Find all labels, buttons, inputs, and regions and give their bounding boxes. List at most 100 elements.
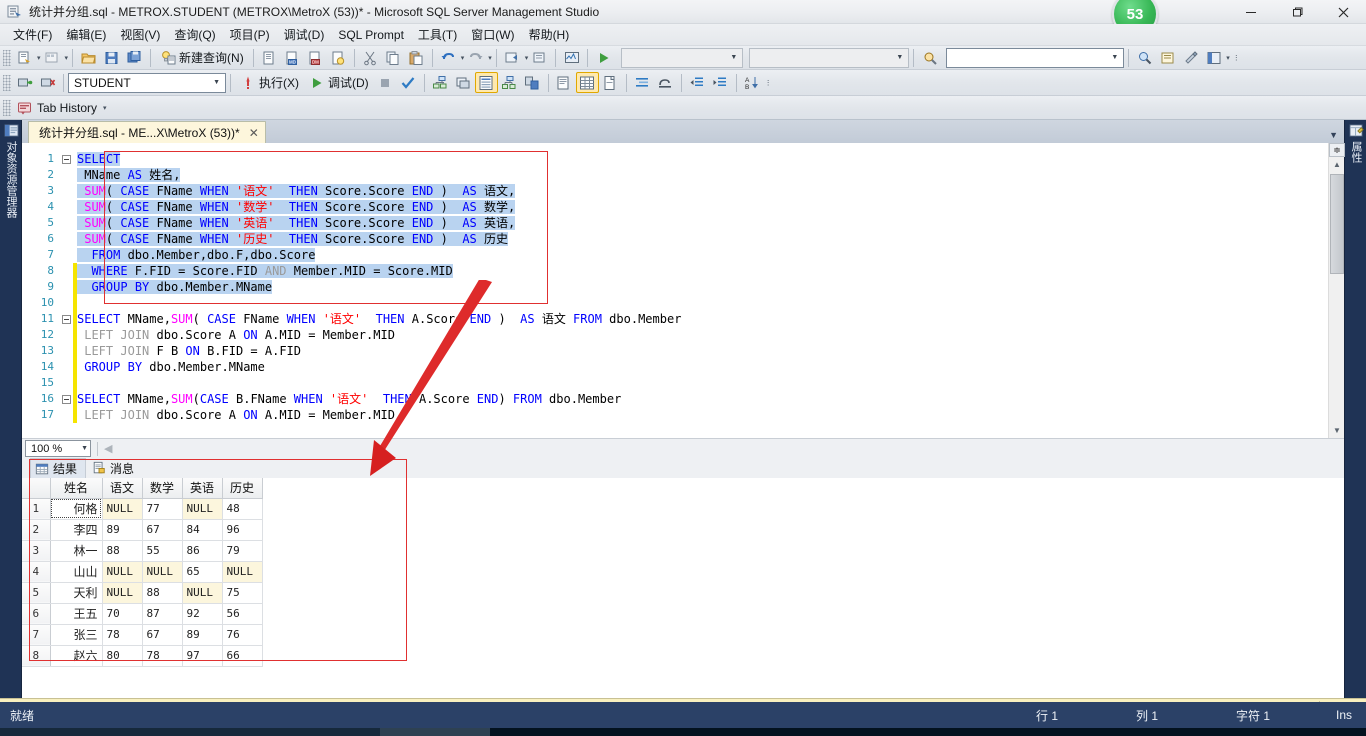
table-cell[interactable]: 天利 <box>50 582 103 604</box>
undo-icon[interactable] <box>437 47 460 68</box>
table-cell[interactable]: NULL <box>222 561 263 583</box>
zoom-selector[interactable]: 100 % ▼ <box>25 440 91 457</box>
menu-project[interactable]: 项目(P) <box>223 23 277 46</box>
table-cell[interactable]: 96 <box>222 519 263 541</box>
sql-code-editor[interactable]: 1 SELECT 2 MName AS 姓名, 3 SUM( CASE FName W… <box>22 143 1344 438</box>
code-line[interactable]: 6 SUM( CASE FName WHEN '历史' THEN Score.S… <box>22 231 1322 247</box>
zoom-chevron-down-icon[interactable]: ▼ <box>81 445 88 452</box>
table-cell[interactable]: 76 <box>222 624 263 646</box>
code-line[interactable]: 3 SUM( CASE FName WHEN '语文' THEN Score.S… <box>22 183 1322 199</box>
column-header[interactable]: 语文 <box>102 478 143 499</box>
menu-debug[interactable]: 调试(D) <box>277 23 332 46</box>
toolbar-combo-1[interactable]: ▼ <box>621 47 744 68</box>
combo-1-chevron-down-icon[interactable]: ▼ <box>727 54 740 61</box>
row-number[interactable]: 3 <box>22 540 51 562</box>
code-line[interactable]: 10 <box>22 295 1322 311</box>
results-tab[interactable]: 结果 <box>30 458 87 478</box>
save-all-icon[interactable] <box>123 47 146 68</box>
execute-button[interactable]: 执行(X) <box>235 72 304 93</box>
table-row[interactable]: 7 张三 78 67 89 76 <box>22 624 263 646</box>
table-cell[interactable]: 78 <box>102 624 143 646</box>
stop-icon[interactable] <box>374 72 397 93</box>
column-header[interactable]: 姓名 <box>50 478 103 499</box>
code-line[interactable]: 12 LEFT JOIN dbo.Score A ON A.MID = Memb… <box>22 327 1322 343</box>
menu-help[interactable]: 帮助(H) <box>522 23 577 46</box>
debug-button[interactable]: 调试(D) <box>304 72 374 93</box>
toolbar-grip[interactable] <box>3 74 11 91</box>
copy-icon[interactable] <box>382 47 405 68</box>
table-row[interactable]: 2 李四 89 67 84 96 <box>22 519 263 541</box>
table-cell[interactable]: 87 <box>142 603 183 625</box>
table-cell[interactable]: NULL <box>182 582 223 604</box>
find-symbol-icon[interactable] <box>1133 47 1156 68</box>
row-number[interactable]: 5 <box>22 582 51 604</box>
table-cell[interactable]: 66 <box>222 645 263 667</box>
menu-file[interactable]: 文件(F) <box>6 23 59 46</box>
table-cell[interactable]: 86 <box>182 540 223 562</box>
sidebar-item-object-explorer[interactable]: 对象资源管理器 <box>0 120 22 225</box>
menu-tools[interactable]: 工具(T) <box>411 23 464 46</box>
table-cell[interactable]: 89 <box>182 624 223 646</box>
table-cell[interactable]: 56 <box>222 603 263 625</box>
table-row[interactable]: 4 山山 NULL NULL 65 NULL <box>22 561 263 583</box>
table-cell[interactable]: 48 <box>222 498 263 520</box>
table-cell[interactable]: 65 <box>182 561 223 583</box>
redo-icon[interactable] <box>464 47 487 68</box>
close-icon[interactable]: ✕ <box>249 127 259 139</box>
table-cell[interactable]: 77 <box>142 498 183 520</box>
navigate-backward-icon[interactable] <box>501 47 524 68</box>
new-xmla-query-icon[interactable] <box>327 47 350 68</box>
table-cell[interactable]: 80 <box>102 645 143 667</box>
comment-lines-icon[interactable] <box>631 72 654 93</box>
run-icon[interactable] <box>592 47 615 68</box>
table-cell[interactable]: 张三 <box>50 624 103 646</box>
collapse-icon[interactable] <box>60 154 73 164</box>
table-cell[interactable]: 林一 <box>50 540 103 562</box>
code-line[interactable]: 8 WHERE F.FID = Score.FID AND Member.MID… <box>22 263 1322 279</box>
sidebar-item-properties[interactable]: 属性 <box>1345 120 1366 170</box>
code-line[interactable]: 16 SELECT MName,SUM(CASE B.FName WHEN '语文… <box>22 391 1322 407</box>
taskbar-active-item[interactable] <box>380 728 490 736</box>
open-file-icon[interactable] <box>77 47 100 68</box>
menu-view[interactable]: 视图(V) <box>113 23 167 46</box>
table-cell[interactable]: 王五 <box>50 603 103 625</box>
disconnect-icon[interactable] <box>36 72 59 93</box>
display-estimated-execution-plan-icon[interactable] <box>429 72 452 93</box>
code-line[interactable]: 4 SUM( CASE FName WHEN '数学' THEN Score.S… <box>22 199 1322 215</box>
messages-tab[interactable]: 消息 <box>88 459 142 478</box>
activity-monitor-icon[interactable] <box>560 47 583 68</box>
paste-icon[interactable] <box>405 47 428 68</box>
code-line[interactable]: 11 SELECT MName,SUM( CASE FName WHEN '语文'… <box>22 311 1322 327</box>
row-number[interactable]: 1 <box>22 498 51 520</box>
table-cell[interactable]: 67 <box>142 624 183 646</box>
table-row[interactable]: 1 何格 NULL 77 NULL 48 <box>22 498 263 520</box>
row-number[interactable]: 2 <box>22 519 51 541</box>
column-header[interactable]: 历史 <box>222 478 263 499</box>
table-cell[interactable]: NULL <box>182 498 223 520</box>
navigate-forward-icon[interactable] <box>528 47 551 68</box>
new-mdx-query-icon[interactable]: MD <box>281 47 304 68</box>
toolbar-grip[interactable] <box>3 99 11 116</box>
document-tab-sql[interactable]: 统计并分组.sql - ME...X\MetroX (53))* ✕ <box>28 121 266 143</box>
sort-az-icon[interactable]: A B <box>741 72 764 93</box>
code-line[interactable]: 9 GROUP BY dbo.Member.MName <box>22 279 1322 295</box>
table-row[interactable]: 3 林一 88 55 86 79 <box>22 540 263 562</box>
table-cell[interactable]: 何格 <box>50 498 103 520</box>
results-grid-host[interactable]: 姓名 语文 数学 英语 历史 1 何格 NULL 77 NULL 48 2 李四 89 67 84 96 3 林一 8… <box>22 478 1344 698</box>
editor-split-handle[interactable]: ≑ <box>1329 143 1345 157</box>
results-to-text-icon[interactable] <box>553 72 576 93</box>
column-header[interactable]: 数学 <box>142 478 183 499</box>
table-row[interactable]: 8 赵六 80 78 97 66 <box>22 645 263 667</box>
table-cell[interactable]: 赵六 <box>50 645 103 667</box>
table-row[interactable]: 5 天利 NULL 88 NULL 75 <box>22 582 263 604</box>
new-query-with-current-connection-icon[interactable] <box>258 47 281 68</box>
table-cell[interactable]: 92 <box>182 603 223 625</box>
add-item-icon[interactable] <box>41 47 64 68</box>
table-cell[interactable]: NULL <box>142 561 183 583</box>
row-number[interactable]: 4 <box>22 561 51 583</box>
results-to-grid-toggle-icon[interactable] <box>575 72 599 93</box>
add-item-chevron-down-icon[interactable]: ▾ <box>65 54 69 62</box>
results-to-file-icon[interactable] <box>599 72 622 93</box>
redo-chevron-down-icon[interactable]: ▾ <box>488 54 492 62</box>
code-line[interactable]: 1 SELECT <box>22 151 1322 167</box>
